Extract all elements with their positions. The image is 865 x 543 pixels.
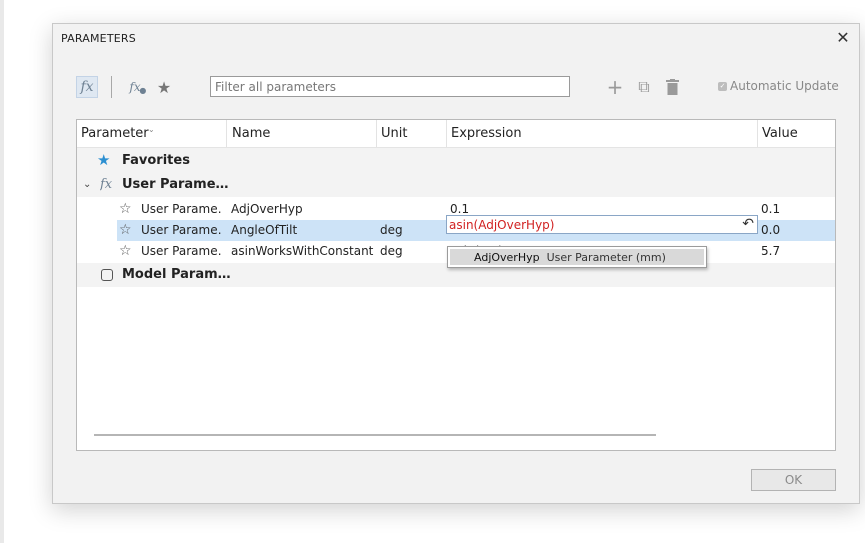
copy-parameter-button[interactable]: ⧉ [633, 76, 655, 98]
value-cell: 5.7 [761, 244, 781, 258]
filter-parameters-input[interactable] [210, 76, 570, 97]
delete-parameter-button[interactable] [661, 76, 683, 98]
star-icon: ★ [97, 151, 111, 169]
group-label-favorites: Favorites [122, 153, 190, 168]
horizontal-scrollbar[interactable] [94, 434, 656, 436]
group-label-model-parameters: Model Param… [122, 267, 231, 282]
column-header-unit[interactable]: Unit [377, 120, 447, 147]
value-cell: 0.1 [761, 202, 781, 216]
group-row-user-parameters[interactable]: ⌄ fx User Parame… [77, 173, 835, 197]
name-cell[interactable]: asinWorksWithConstant [231, 241, 376, 262]
star-icon: ★ [156, 77, 172, 97]
automatic-update-label: Automatic Update [730, 79, 839, 93]
parameters-table: Parameter ⌄ Name Unit Expression Value ★… [76, 119, 836, 451]
table-header: Parameter ⌄ Name Unit Expression Value [77, 120, 835, 148]
parameter-cell: User Parame… [141, 244, 223, 258]
toolbar-separator [111, 76, 112, 98]
name-cell[interactable]: AdjOverHyp [231, 199, 376, 220]
sort-caret-icon: ⌄ [148, 125, 155, 134]
favorite-star-icon[interactable]: ☆ [119, 241, 132, 262]
column-header-expression[interactable]: Expression [447, 120, 758, 147]
favorite-star-icon[interactable]: ☆ [119, 220, 132, 241]
dialog-title: PARAMETERS [61, 32, 136, 45]
copy-icon: ⧉ [638, 77, 650, 96]
unit-cell[interactable]: deg [380, 220, 403, 241]
ok-button[interactable]: OK [751, 469, 836, 491]
column-header-value[interactable]: Value [758, 120, 835, 147]
unit-cell[interactable]: deg [380, 241, 403, 262]
parameter-cell: User Parame… [141, 223, 223, 237]
column-header-name[interactable]: Name [228, 120, 377, 147]
plus-icon: + [606, 75, 624, 99]
name-cell[interactable]: AngleOfTilt [231, 220, 376, 241]
chevron-down-icon[interactable]: ⌄ [83, 173, 91, 197]
group-row-favorites[interactable]: ★ Favorites [77, 148, 835, 173]
group-label-user-parameters: User Parame… [122, 177, 229, 192]
value-cell: 0.0 [761, 223, 781, 237]
all-parameters-filter-button[interactable]: fx [76, 76, 98, 98]
undo-icon[interactable]: ↶ [742, 216, 754, 233]
checkbox-check-icon: ✓ [718, 81, 727, 91]
parameter-cell: User Parame… [141, 202, 223, 216]
autocomplete-item-name: AdjOverHyp [474, 250, 540, 264]
trash-icon [665, 79, 679, 95]
parameters-dialog: PARAMETERS ✕ fx fx● ★ + ⧉ ✓ Automatic Up… [52, 23, 860, 504]
autocomplete-item[interactable]: AdjOverHyp User Parameter (mm) [450, 249, 704, 265]
fx-icon: fx [80, 79, 94, 95]
fx-user-icon: fx ● [129, 80, 147, 95]
user-parameters-filter-button[interactable]: fx ● [124, 76, 146, 98]
expression-input[interactable] [449, 216, 729, 233]
favorites-filter-button[interactable]: ★ [153, 76, 175, 98]
expression-edit-field[interactable]: ↶ [446, 215, 758, 234]
add-parameter-button[interactable]: + [604, 75, 626, 99]
fx-icon: fx [100, 177, 113, 192]
autocomplete-item-type: User Parameter (mm) [546, 250, 666, 264]
automatic-update-toggle[interactable]: ✓ Automatic Update [718, 79, 839, 93]
favorite-star-icon[interactable]: ☆ [119, 199, 132, 220]
background-window-edge [0, 0, 4, 543]
column-header-parameter[interactable]: Parameter ⌄ [77, 120, 227, 147]
model-box-icon [101, 269, 113, 283]
title-bar: PARAMETERS ✕ [53, 24, 859, 52]
close-button[interactable]: ✕ [833, 28, 853, 48]
autocomplete-popup: AdjOverHyp User Parameter (mm) [447, 246, 707, 268]
